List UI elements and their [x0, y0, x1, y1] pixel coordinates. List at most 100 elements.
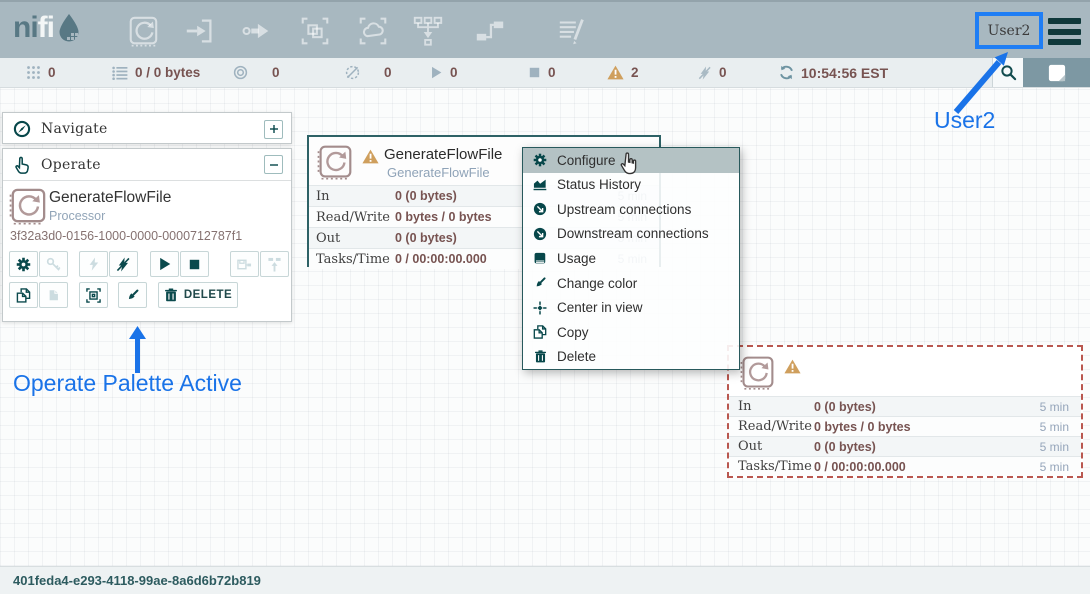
operate-palette-arrow — [129, 326, 146, 373]
menu-item-usage[interactable]: Usage — [523, 246, 739, 271]
stopped-count: 0 — [548, 65, 556, 80]
menu-item-copy[interactable]: Copy — [523, 320, 739, 345]
enable-button[interactable] — [79, 251, 108, 277]
stopped-status: 0 — [528, 58, 556, 87]
stat-row-in: In 0 (0 bytes) 5 min — [729, 396, 1081, 416]
current-user-label: User2 — [988, 23, 1031, 39]
menu-item-upstream-connections[interactable]: Upstream connections — [523, 197, 739, 222]
downstream-icon — [532, 227, 548, 241]
gear-icon — [532, 153, 548, 167]
warnings-count: 2 — [631, 65, 639, 80]
disable-button[interactable] — [109, 251, 138, 277]
breadcrumb[interactable]: 401feda4-e293-4118-99ae-8a6d6b72b819 — [13, 573, 261, 588]
menu-item-change-color[interactable]: Change color — [523, 271, 739, 296]
area-chart-icon — [532, 177, 548, 192]
transmitting-icon — [233, 65, 248, 80]
menu-item-delete[interactable]: Delete — [523, 345, 739, 370]
crosshair-icon — [532, 301, 548, 315]
flow-status-bar: 0 0 / 0 bytes 0 0 0 0 2 0 10:54:56 EST — [0, 58, 1090, 88]
process-group-icon[interactable] — [298, 14, 332, 48]
hand-pointer-icon — [13, 156, 31, 174]
nifi-logo: nifi — [13, 11, 82, 45]
invalid-count: 0 — [719, 65, 727, 80]
breadcrumb-bar: 401feda4-e293-4118-99ae-8a6d6b72b819 — [0, 566, 1090, 594]
processor-icon[interactable] — [126, 14, 160, 48]
stat-row-taskstime: Tasks/Time 0 / 00:00:00.000 5 min — [729, 456, 1081, 476]
operate-panel: Operate GenerateFlowFile Processor 3f32a… — [2, 148, 292, 322]
paste-button[interactable] — [39, 282, 68, 308]
delete-button-label: DELETE — [184, 289, 232, 301]
operate-component-id: 3f32a3d0-0156-1000-0000-0000712787f1 — [10, 229, 242, 243]
warning-icon — [362, 149, 379, 164]
refresh-icon[interactable] — [779, 65, 794, 80]
input-port-icon[interactable] — [183, 14, 217, 48]
book-icon — [532, 252, 548, 266]
brush-icon — [532, 276, 548, 290]
nifi-app: nifi — [0, 0, 1090, 594]
navigate-expand-button[interactable] — [264, 120, 283, 139]
label-icon[interactable] — [556, 14, 590, 48]
global-menu-button[interactable] — [1048, 18, 1081, 45]
group-button[interactable] — [79, 282, 108, 308]
navigate-panel: Navigate — [2, 112, 292, 144]
operate-component-name: GenerateFlowFile — [49, 189, 171, 207]
save-template-button[interactable] — [230, 251, 259, 277]
nifi-drop-icon — [56, 13, 82, 43]
user-callout-annotation: User2 — [934, 107, 995, 134]
compass-icon — [13, 120, 31, 138]
start-button[interactable] — [150, 251, 179, 277]
configure-button[interactable] — [9, 251, 38, 277]
access-policies-button[interactable] — [39, 251, 68, 277]
processor-name: GenerateFlowFile — [384, 146, 502, 163]
logo-text-fi: fi — [38, 11, 54, 45]
processor-stamp-icon — [317, 144, 353, 180]
mouse-cursor-hand — [618, 152, 640, 176]
app-header: nifi — [0, 0, 1090, 58]
remote-process-group-icon[interactable] — [356, 14, 390, 48]
menu-item-downstream-connections[interactable]: Downstream connections — [523, 222, 739, 247]
change-color-button[interactable] — [118, 282, 147, 308]
operate-collapse-button[interactable] — [264, 155, 283, 174]
warning-icon — [607, 65, 624, 80]
warning-icon — [784, 359, 801, 374]
stopped-icon — [528, 66, 541, 79]
warnings-status: 2 — [607, 58, 639, 87]
transmitting-status: 0 — [233, 58, 280, 87]
processor-stamp-icon — [9, 187, 47, 225]
settings-panel-toggle[interactable] — [1023, 58, 1090, 87]
processor-context-menu: Configure Status History Upstream connec… — [522, 147, 740, 370]
trash-icon — [532, 350, 548, 363]
delete-button[interactable]: DELETE — [158, 282, 238, 308]
navigate-panel-title: Navigate — [41, 121, 108, 137]
stop-button[interactable] — [180, 251, 209, 277]
queued-count: 0 / 0 bytes — [135, 65, 200, 80]
funnel-icon[interactable] — [411, 14, 445, 48]
operate-component-type: Processor — [49, 209, 105, 223]
not-transmitting-icon — [345, 65, 360, 80]
last-refresh-time: 10:54:56 EST — [801, 65, 888, 81]
active-threads-count: 0 — [48, 65, 56, 80]
output-port-icon[interactable] — [239, 14, 273, 48]
not-transmitting-status: 0 — [345, 58, 392, 87]
upstream-icon — [532, 202, 548, 216]
current-user-button[interactable]: User2 — [975, 12, 1043, 49]
upload-template-button[interactable] — [260, 251, 289, 277]
transmitting-count: 0 — [272, 65, 280, 80]
operate-panel-title: Operate — [41, 157, 101, 173]
active-threads-status: 0 — [26, 58, 56, 87]
running-count: 0 — [450, 65, 458, 80]
refresh-status[interactable]: 10:54:56 EST — [779, 58, 888, 87]
menu-item-status-history[interactable]: Status History — [523, 173, 739, 198]
invalid-icon — [698, 66, 712, 80]
processor-ghost[interactable]: In 0 (0 bytes) 5 min Read/Write 0 bytes … — [727, 345, 1083, 478]
template-icon[interactable] — [473, 14, 507, 48]
not-transmitting-count: 0 — [384, 65, 392, 80]
queued-status: 0 / 0 bytes — [112, 58, 200, 87]
menu-item-center-in-view[interactable]: Center in view — [523, 295, 739, 320]
queued-icon — [112, 66, 128, 80]
running-status: 0 — [430, 58, 458, 87]
logo-text-ni: ni — [13, 11, 38, 45]
copy-button[interactable] — [9, 282, 38, 308]
running-icon — [430, 66, 443, 79]
processor-stamp-icon — [740, 355, 775, 390]
